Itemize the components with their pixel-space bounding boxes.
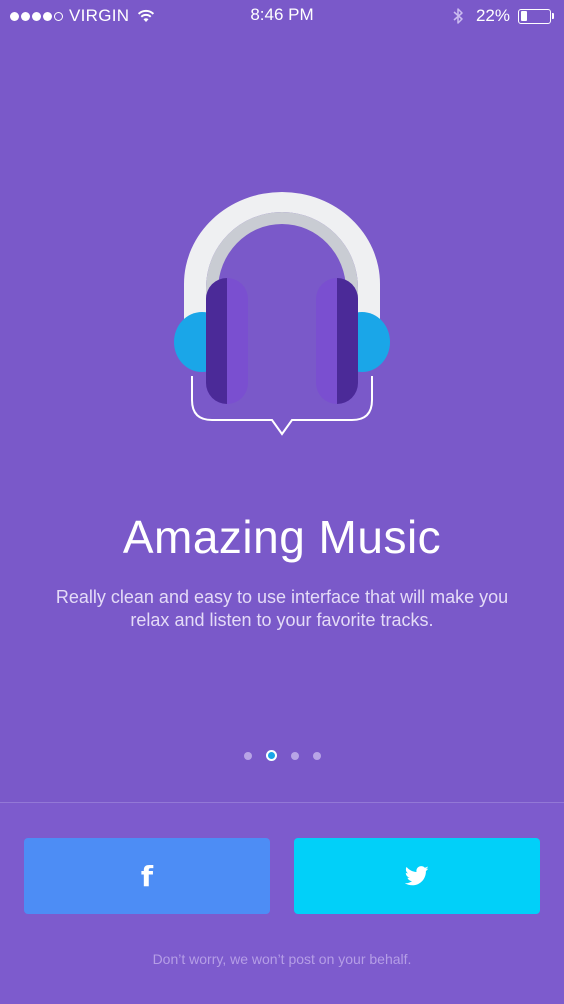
twitter-icon	[405, 866, 429, 886]
status-bar: VIRGIN 8:46 PM 22%	[0, 0, 564, 32]
onboarding-title: Amazing Music	[122, 511, 442, 563]
battery-fill	[520, 11, 527, 21]
twitter-login-button[interactable]	[294, 838, 540, 914]
page-dot[interactable]	[243, 751, 252, 760]
battery-percent: 22%	[475, 6, 510, 25]
privacy-note: Don’t worry, we won’t post on your behal…	[152, 951, 412, 967]
facebook-login-button[interactable]: f	[24, 838, 270, 914]
status-right: 22%	[452, 6, 554, 26]
battery-nub	[552, 13, 554, 19]
onboarding-description: Really clean and easy to use interface t…	[55, 587, 509, 630]
page-dot-active[interactable]	[265, 750, 277, 761]
headphones-illustration	[174, 192, 390, 436]
page-dot[interactable]	[290, 751, 299, 760]
page-dot[interactable]	[312, 751, 321, 760]
login-panel: f Don’t worry, we won’t post on your beh…	[0, 802, 564, 1004]
facebook-icon: f	[140, 859, 154, 893]
bluetooth-icon	[453, 8, 463, 24]
page-indicator[interactable]	[0, 750, 564, 761]
battery-icon	[518, 8, 551, 24]
